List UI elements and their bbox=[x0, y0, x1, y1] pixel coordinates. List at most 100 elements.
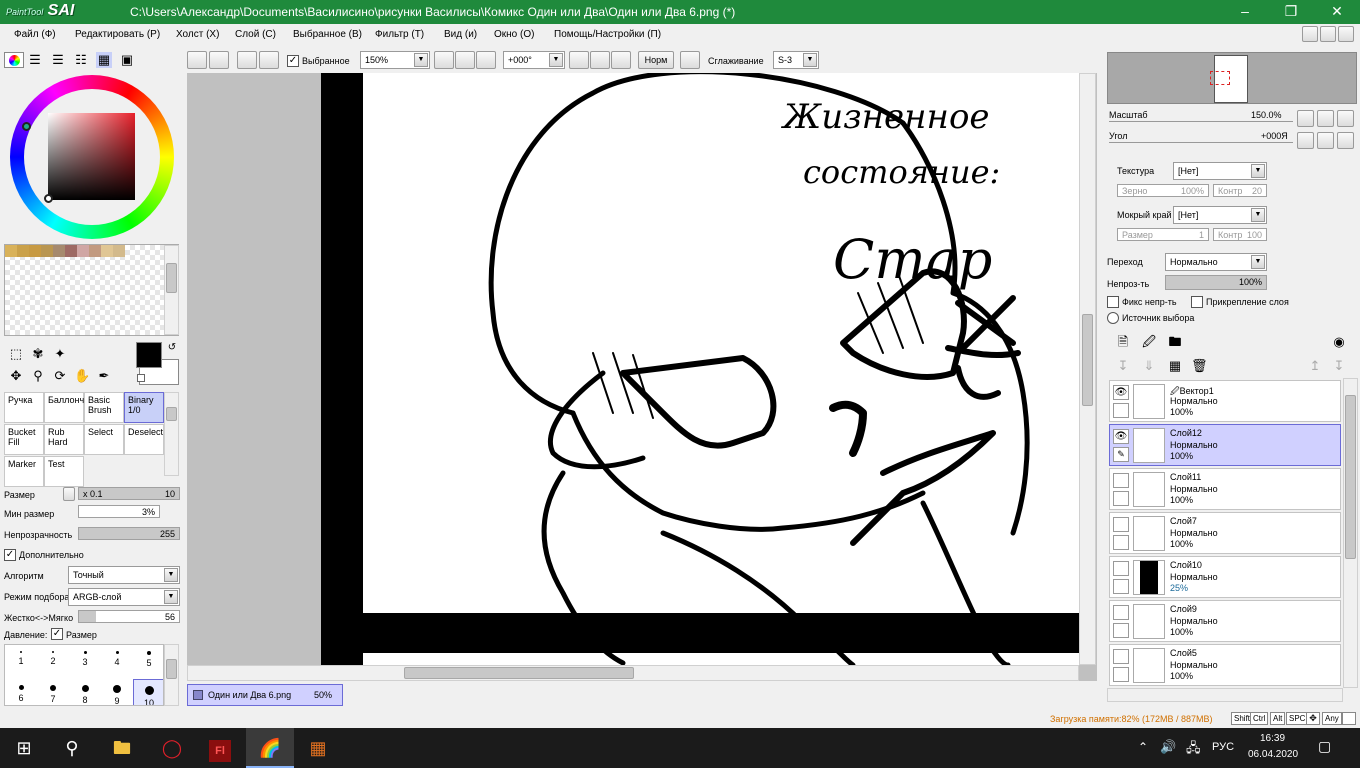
minimize-button[interactable]: – bbox=[1222, 0, 1268, 24]
menu-window[interactable]: Окно (О) bbox=[494, 29, 534, 40]
angle-select[interactable]: +000° ▼ bbox=[503, 51, 565, 69]
color-mixer-tab-icon[interactable]: ☷ bbox=[73, 52, 89, 68]
volume-icon[interactable]: 🔊 bbox=[1160, 739, 1176, 755]
layer-list-vscrollbar[interactable] bbox=[1343, 378, 1358, 688]
brush-bucket[interactable]: Bucket Fill bbox=[4, 424, 44, 455]
default-colors-icon[interactable] bbox=[137, 374, 145, 382]
lasso-icon[interactable]: ✾ bbox=[30, 346, 46, 362]
start-menu-icon[interactable]: ⊞ bbox=[0, 728, 48, 768]
layer-visibility-toggle[interactable] bbox=[1113, 473, 1129, 488]
layer-lock-toggle[interactable] bbox=[1113, 579, 1129, 594]
clock-time[interactable]: 16:39 bbox=[1260, 733, 1285, 744]
layer-lock-toggle[interactable] bbox=[1113, 535, 1129, 550]
brush-marker[interactable]: Marker bbox=[4, 456, 44, 487]
brush-size-10[interactable]: 10 bbox=[133, 679, 163, 705]
layer-visibility-toggle[interactable] bbox=[1113, 517, 1129, 532]
nav-scale-slider[interactable] bbox=[1109, 121, 1293, 122]
color-wheel-tab[interactable] bbox=[4, 52, 24, 68]
zoom-select[interactable]: 150% ▼ bbox=[360, 51, 430, 69]
layer-lock-toggle[interactable] bbox=[1113, 667, 1129, 682]
flash-icon[interactable]: Fl bbox=[196, 728, 244, 768]
hardness-slider[interactable]: 56 bbox=[78, 610, 180, 623]
menu-layer[interactable]: Слой (С) bbox=[235, 29, 276, 40]
edge-size-slider[interactable]: Размер 1 bbox=[1117, 228, 1209, 241]
saturation-value-square[interactable] bbox=[48, 113, 135, 200]
layer-row[interactable]: Слой7 Нормально 100% bbox=[1109, 512, 1341, 554]
swap-colors-icon[interactable]: ↺ bbox=[164, 340, 180, 356]
brush-size-scrollbar[interactable] bbox=[164, 644, 179, 706]
maximize-button[interactable]: ❐ bbox=[1268, 0, 1314, 24]
clip-layer-checkbox[interactable] bbox=[1191, 296, 1203, 308]
advanced-checkbox[interactable]: ✓ bbox=[4, 549, 16, 561]
opacity-slider[interactable]: 255 bbox=[78, 527, 180, 540]
close-button[interactable]: ✕ bbox=[1314, 0, 1360, 24]
magic-wand-icon[interactable]: ✦ bbox=[52, 346, 68, 362]
edge-contrast-slider[interactable]: Контр 100 bbox=[1213, 228, 1267, 241]
brush-binary[interactable]: Binary 1/0 bbox=[124, 392, 164, 423]
file-explorer-icon[interactable]: 🖿 bbox=[98, 728, 146, 768]
brush-size-4[interactable]: 4 bbox=[101, 645, 133, 679]
hand-icon[interactable]: ✋ bbox=[74, 368, 90, 384]
navigator-preview[interactable] bbox=[1107, 52, 1357, 104]
blend-mode-select[interactable]: Нормально ▼ bbox=[1165, 253, 1267, 271]
brush-pen[interactable]: Ручка bbox=[4, 392, 44, 423]
opera-icon[interactable]: ◯ bbox=[148, 728, 196, 768]
layer-lock-toggle[interactable] bbox=[1113, 623, 1129, 638]
clock-date[interactable]: 06.04.2020 bbox=[1248, 749, 1298, 760]
hsv-slider-tab-icon[interactable]: ☰ bbox=[50, 52, 66, 68]
rect-select-icon[interactable]: ⬚ bbox=[8, 346, 24, 362]
menu-canvas[interactable]: Холст (X) bbox=[176, 29, 219, 40]
rotate-left-button[interactable] bbox=[569, 51, 589, 69]
brush-size-2[interactable]: 2 bbox=[37, 645, 69, 679]
smoothing-select[interactable]: S-3 ▼ bbox=[773, 51, 819, 69]
rgb-slider-tab-icon[interactable]: ☰ bbox=[27, 52, 43, 68]
search-icon[interactable]: ⚲ bbox=[48, 728, 96, 768]
doc-restore-button[interactable] bbox=[1320, 26, 1336, 42]
zoom-reset-button[interactable] bbox=[476, 51, 496, 69]
network-icon[interactable]: 🖧 bbox=[1186, 739, 1201, 761]
eyedropper-icon[interactable]: ✒ bbox=[96, 368, 112, 384]
layer-row[interactable]: Слой5 Нормально 100% bbox=[1109, 644, 1341, 686]
brush-size-5[interactable]: 5 bbox=[133, 645, 163, 679]
layer-row-selected[interactable]: 👁 ✎ Слой12 Нормально 100% bbox=[1109, 424, 1341, 466]
move-icon[interactable]: ✥ bbox=[8, 368, 24, 384]
swatches-tab-icon[interactable]: ▦ bbox=[96, 52, 112, 68]
algorithm-select[interactable]: Точный ▼ bbox=[68, 566, 180, 584]
brush-test[interactable]: Test bbox=[44, 456, 84, 487]
layer-mask-icon[interactable]: ◉ bbox=[1331, 334, 1347, 350]
texture-select[interactable]: [Нет] ▼ bbox=[1173, 162, 1267, 180]
nav-rotate-reset-button[interactable] bbox=[1337, 132, 1354, 149]
undo-button[interactable] bbox=[187, 51, 207, 69]
clear-layer-icon[interactable]: ▦ bbox=[1167, 358, 1183, 374]
document-tab[interactable]: Один или Два 6.png 50% bbox=[187, 684, 343, 706]
new-vector-layer-icon[interactable]: 🖉 bbox=[1141, 334, 1157, 350]
grain-slider[interactable]: Зерно 100% bbox=[1117, 184, 1209, 197]
brush-eraser[interactable]: Rub Hard bbox=[44, 424, 84, 455]
paint-tool-sai-icon[interactable]: 🌈 bbox=[246, 728, 294, 768]
layer-edit-pen-icon[interactable]: ✎ bbox=[1113, 447, 1129, 462]
brush-deselect[interactable]: Deselect bbox=[124, 424, 164, 455]
rotate-right-button[interactable] bbox=[590, 51, 610, 69]
brush-size-7[interactable]: 7 bbox=[37, 679, 69, 705]
layer-row[interactable]: 👁 🖉Вектор1 Нормально 100% bbox=[1109, 380, 1341, 422]
doc-minimize-button[interactable] bbox=[1302, 26, 1318, 42]
nav-zoom-in-button[interactable] bbox=[1317, 110, 1334, 127]
wet-edge-select[interactable]: [Нет] ▼ bbox=[1173, 206, 1267, 224]
layer-row[interactable]: Слой11 Нормально 100% bbox=[1109, 468, 1341, 510]
menu-help[interactable]: Помощь/Настройки (П) bbox=[554, 29, 661, 40]
nav-rotate-left-button[interactable] bbox=[1297, 132, 1314, 149]
brush-basic[interactable]: Basic Brush bbox=[84, 392, 124, 423]
selection-source-checkbox[interactable] bbox=[1107, 312, 1119, 324]
new-layer-icon[interactable]: 🗎 bbox=[1115, 334, 1131, 350]
menu-selection[interactable]: Выбранное (В) bbox=[293, 29, 362, 40]
layer-row[interactable]: Слой9 Нормально 100% bbox=[1109, 600, 1341, 642]
merge-down-icon[interactable]: ⇓ bbox=[1141, 358, 1157, 374]
min-size-slider[interactable]: 3% bbox=[78, 505, 160, 518]
layer-opacity-slider[interactable]: 100% bbox=[1165, 275, 1267, 290]
layer-down-icon[interactable]: ↧ bbox=[1331, 358, 1347, 374]
layer-list-hscrollbar[interactable] bbox=[1107, 688, 1343, 702]
language-indicator[interactable]: РУС bbox=[1212, 741, 1234, 753]
contrast-slider[interactable]: Контр 20 bbox=[1213, 184, 1267, 197]
tray-chevron-icon[interactable]: ⌃ bbox=[1138, 740, 1148, 754]
app-icon[interactable]: ▦ bbox=[294, 728, 342, 768]
